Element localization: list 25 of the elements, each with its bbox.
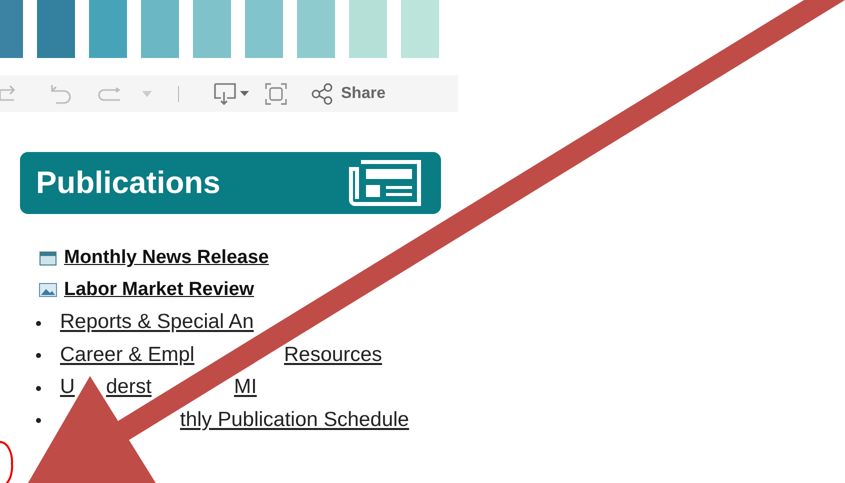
undo-icon[interactable] <box>50 82 72 104</box>
newspaper-icon <box>349 159 423 207</box>
calendar-icon <box>39 250 57 266</box>
bullet-icon <box>36 320 41 326</box>
link-text[interactable]: U <box>60 376 75 398</box>
download-icon[interactable] <box>213 82 249 106</box>
redo-icon[interactable] <box>98 86 122 100</box>
picture-icon <box>39 283 57 297</box>
link-text[interactable]: Resources <box>284 344 382 366</box>
bullet-icon <box>36 418 41 424</box>
share-button[interactable]: Share <box>311 82 386 104</box>
redo-icon[interactable] <box>0 84 18 104</box>
fullscreen-icon[interactable] <box>265 82 287 104</box>
link-text[interactable]: Reports & Special An <box>60 311 254 333</box>
section-title: Publications <box>36 165 220 201</box>
caret-icon[interactable] <box>142 90 152 96</box>
bullet-icon <box>36 353 41 358</box>
link-text[interactable]: derst <box>106 376 152 398</box>
featured-link[interactable]: Monthly News Release <box>64 247 269 269</box>
featured-link[interactable]: Labor Market Review <box>64 279 254 301</box>
share-icon <box>311 82 333 104</box>
link-text[interactable]: MI <box>234 376 257 398</box>
bullet-icon <box>36 386 41 391</box>
link-text[interactable]: Career & Empl <box>60 344 194 366</box>
link-text[interactable]: thly Publication Schedule <box>180 408 410 430</box>
